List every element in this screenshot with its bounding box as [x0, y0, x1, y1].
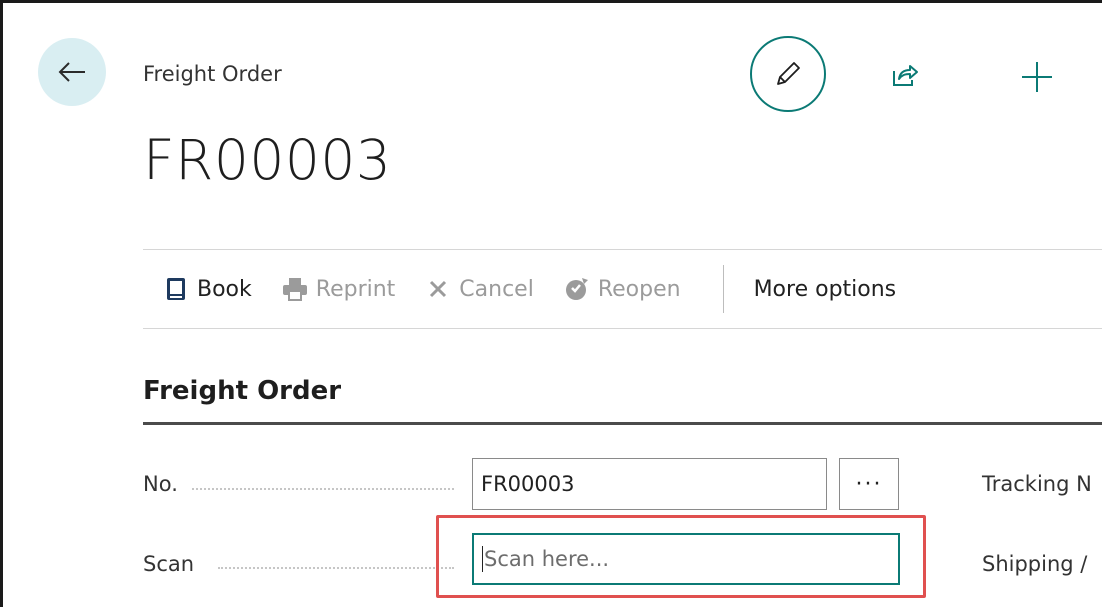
section-title: Freight Order [143, 376, 342, 406]
no-field[interactable]: FR00003 [472, 458, 827, 510]
close-icon [425, 276, 451, 302]
record-title: FR00003 [143, 128, 392, 192]
action-separator [722, 265, 724, 313]
action-bar: Book Reprint Cancel Reopen More options [143, 249, 1102, 329]
section-divider [143, 422, 1102, 425]
book-icon [163, 276, 189, 302]
reopen-icon [564, 276, 590, 302]
page-caption: Freight Order [143, 62, 282, 86]
cancel-label: Cancel [459, 276, 534, 302]
cancel-action[interactable]: Cancel [425, 276, 534, 302]
reopen-label: Reopen [597, 276, 681, 302]
new-button[interactable] [1018, 58, 1056, 96]
reopen-action[interactable]: Reopen [564, 276, 681, 302]
edit-button[interactable] [750, 36, 826, 112]
share-icon [893, 65, 918, 86]
scan-dotted-leader [218, 567, 454, 569]
book-label: Book [197, 276, 252, 302]
no-label: No. [143, 472, 178, 496]
reprint-action[interactable]: Reprint [282, 276, 396, 302]
no-dotted-leader [192, 488, 454, 490]
printer-icon [282, 276, 308, 302]
reprint-label: Reprint [315, 276, 396, 302]
arrow-left-icon [58, 62, 85, 82]
highlight-box [436, 515, 926, 598]
tracking-label: Tracking N [982, 472, 1092, 496]
back-button[interactable] [38, 38, 106, 106]
more-options-button[interactable]: More options [754, 277, 897, 302]
pencil-icon [777, 62, 800, 85]
plus-icon [1022, 62, 1052, 92]
scan-label: Scan [143, 552, 195, 576]
book-action[interactable]: Book [163, 276, 252, 302]
share-button[interactable] [888, 58, 922, 92]
shipping-label: Shipping / [982, 552, 1088, 576]
no-lookup-button[interactable]: ··· [839, 458, 899, 510]
